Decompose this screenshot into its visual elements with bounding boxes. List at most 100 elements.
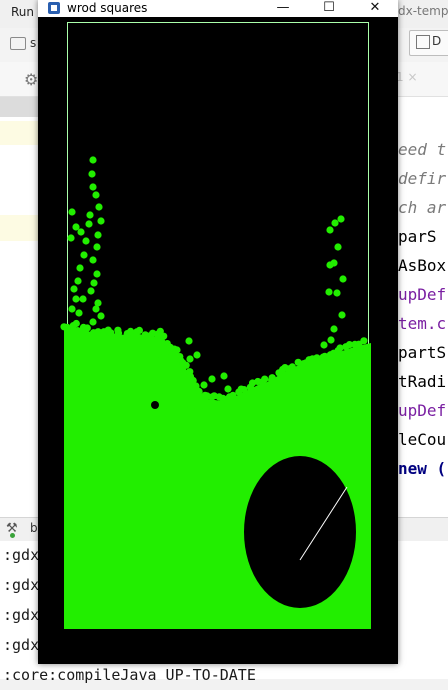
surface-particle bbox=[268, 374, 276, 382]
splash-particle bbox=[331, 219, 339, 227]
splash-particle bbox=[68, 305, 76, 313]
minimize-button[interactable]: — bbox=[260, 0, 306, 17]
splash-particle bbox=[339, 275, 347, 283]
splash-particle bbox=[326, 226, 334, 234]
project-panel-fragment bbox=[0, 97, 38, 517]
splash-particle bbox=[151, 381, 159, 389]
surface-particle bbox=[160, 332, 168, 340]
splash-particle bbox=[155, 390, 163, 398]
window-titlebar[interactable]: wrod squares — ☐ ✕ bbox=[38, 0, 398, 17]
splash-particle bbox=[92, 305, 100, 313]
console-line: :gdx bbox=[3, 606, 40, 624]
splash-particle bbox=[90, 279, 98, 287]
surface-particle bbox=[288, 363, 296, 371]
splash-particle bbox=[72, 223, 80, 231]
code-line: tRadi bbox=[398, 372, 447, 391]
splash-particle bbox=[92, 191, 100, 199]
splash-particle bbox=[327, 336, 335, 344]
splash-particle bbox=[186, 355, 194, 363]
splash-particle bbox=[79, 295, 87, 303]
surface-particle bbox=[63, 323, 71, 331]
code-line: AsBox bbox=[398, 256, 447, 275]
splash-particle bbox=[86, 211, 94, 219]
surface-particle bbox=[114, 329, 123, 337]
splash-particle bbox=[326, 261, 334, 269]
obstacle-circle bbox=[244, 456, 356, 608]
code-line: tem.c bbox=[398, 314, 447, 333]
surface-particle bbox=[313, 354, 321, 362]
run-config-icon bbox=[416, 35, 430, 49]
splash-particle bbox=[333, 289, 341, 297]
splash-particle bbox=[202, 405, 210, 413]
menu-run[interactable]: Run bbox=[11, 5, 34, 19]
code-line: upDef bbox=[398, 285, 447, 304]
code-line: ch ar bbox=[398, 198, 447, 217]
console-line: :gdx bbox=[3, 546, 40, 564]
code-editor-fragment[interactable]: eed t defir ch ar parS AsBox upDef tem.c partS… bbox=[398, 130, 448, 520]
editor-tab-fragment[interactable]: 1 × bbox=[396, 70, 418, 84]
splash-particle bbox=[94, 231, 102, 239]
build-tab-label[interactable]: b bbox=[30, 521, 38, 535]
splash-particle bbox=[74, 277, 82, 285]
close-button[interactable]: ✕ bbox=[352, 0, 398, 17]
splash-particle bbox=[192, 382, 200, 390]
status-dot bbox=[10, 533, 15, 538]
splash-particle bbox=[337, 215, 345, 223]
splash-particle bbox=[320, 341, 328, 349]
splash-particle bbox=[93, 270, 101, 278]
window-title: wrod squares bbox=[67, 1, 148, 15]
splash-particle bbox=[180, 403, 188, 411]
simulation-canvas[interactable] bbox=[38, 17, 398, 664]
splash-particle bbox=[338, 311, 346, 319]
folder-icon bbox=[10, 37, 26, 50]
maximize-button[interactable]: ☐ bbox=[306, 0, 352, 17]
splash-particle bbox=[166, 405, 174, 413]
ide-title-fragment: dx-temp bbox=[398, 4, 448, 18]
code-line: leCou bbox=[398, 430, 447, 449]
splash-particle bbox=[95, 203, 103, 211]
code-line: upDef bbox=[398, 401, 447, 420]
splash-particle bbox=[82, 237, 90, 245]
splash-particle bbox=[89, 256, 97, 264]
splash-particle bbox=[97, 217, 105, 225]
splash-particle bbox=[70, 285, 78, 293]
splash-particle bbox=[76, 264, 84, 272]
surface-particle bbox=[135, 326, 143, 334]
gear-icon[interactable]: ⚙ bbox=[24, 70, 38, 89]
splash-particle bbox=[97, 312, 105, 320]
java-app-icon bbox=[48, 2, 60, 14]
splash-particle bbox=[330, 325, 338, 333]
splash-particle bbox=[208, 375, 216, 383]
splash-particle bbox=[72, 295, 80, 303]
console-line: :core:compileJava UP-TO-DATE bbox=[3, 666, 256, 684]
splash-particle bbox=[89, 318, 97, 326]
nav-breadcrumb-fragment[interactable]: s bbox=[30, 36, 36, 50]
splash-particle bbox=[200, 381, 208, 389]
splash-particle bbox=[332, 353, 340, 361]
splash-particle bbox=[87, 287, 95, 295]
splash-particle bbox=[325, 288, 333, 296]
splash-particle bbox=[82, 325, 90, 333]
code-line: partS bbox=[398, 343, 447, 362]
splash-particle bbox=[80, 251, 88, 259]
code-line: eed t bbox=[398, 140, 447, 159]
splash-particle bbox=[187, 405, 195, 413]
splash-particle bbox=[185, 337, 193, 345]
splash-particle bbox=[67, 234, 75, 242]
particle-floor bbox=[65, 621, 371, 625]
console-line: :gdx bbox=[3, 576, 40, 594]
splash-particle bbox=[88, 170, 96, 178]
splash-particle bbox=[179, 359, 187, 367]
surface-particle bbox=[72, 319, 80, 328]
surface-particle bbox=[127, 327, 135, 335]
console-line: :gdx bbox=[3, 636, 40, 654]
surface-particle bbox=[261, 375, 269, 383]
splash-particle bbox=[334, 243, 342, 251]
splash-particle bbox=[75, 309, 83, 317]
splash-particle bbox=[173, 346, 181, 354]
surface-particle bbox=[240, 386, 248, 394]
game-window[interactable]: wrod squares — ☐ ✕ bbox=[38, 0, 398, 664]
splash-particle bbox=[93, 243, 101, 251]
code-line: new ( bbox=[398, 459, 447, 478]
code-line: defir bbox=[398, 169, 447, 188]
